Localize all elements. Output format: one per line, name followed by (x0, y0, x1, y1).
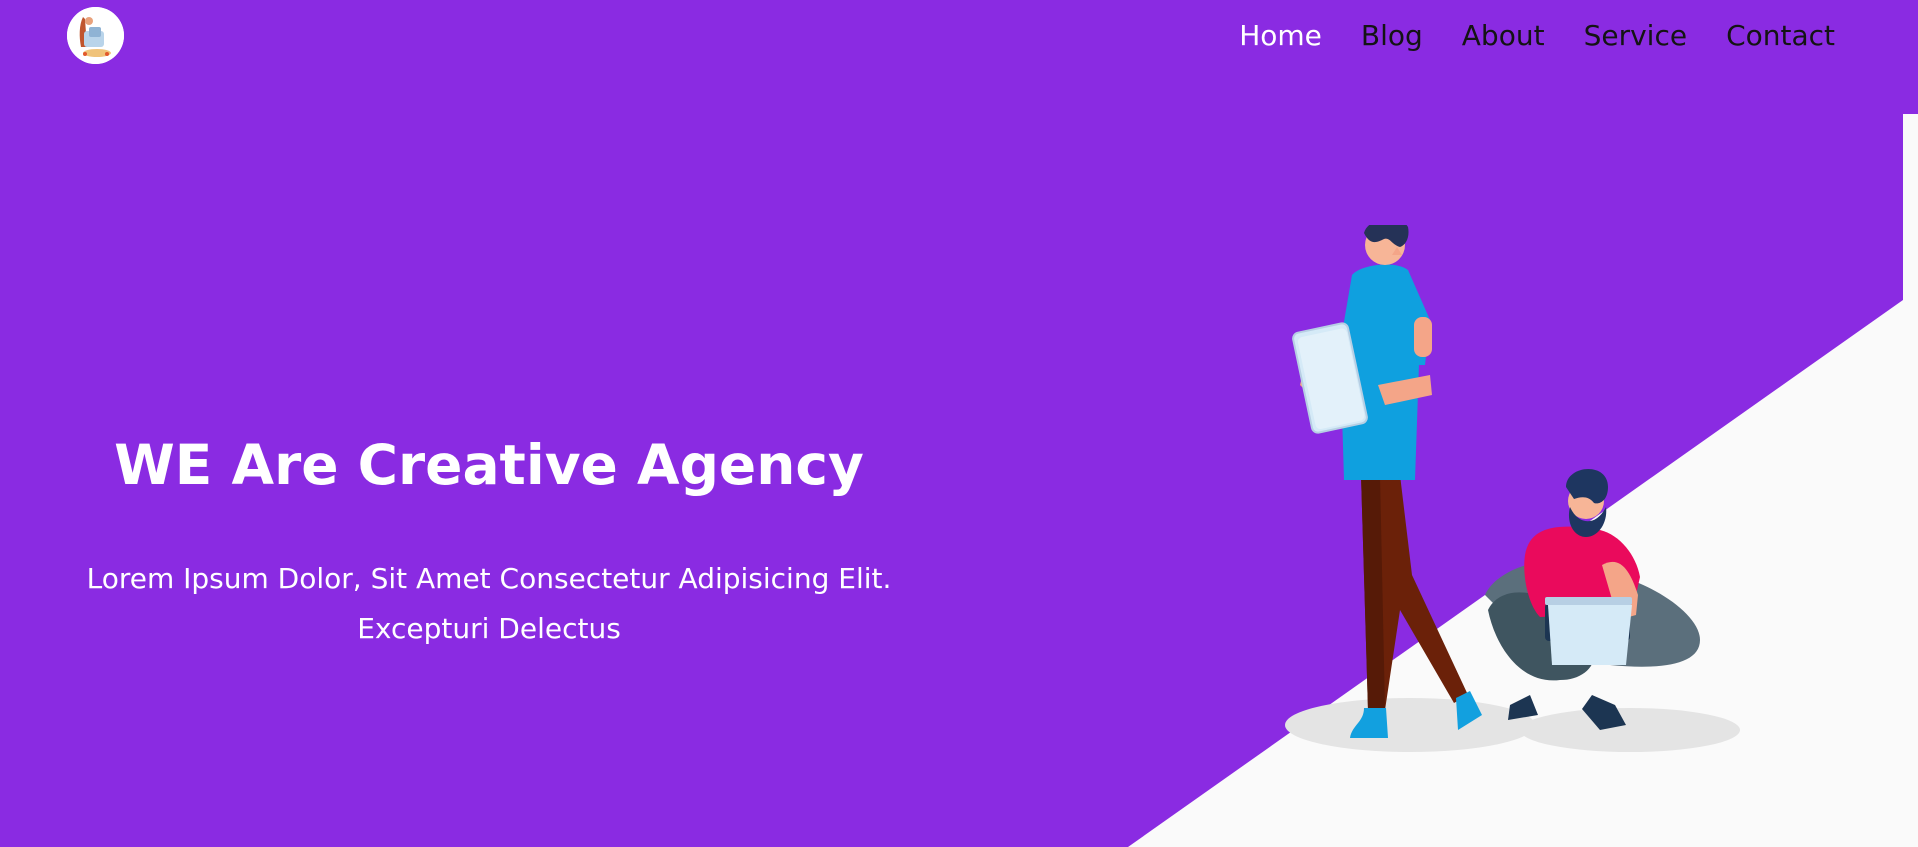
nav-list: Home Blog About Service Contact (1239, 18, 1835, 54)
nav-item-about: About (1462, 18, 1545, 54)
nav-item-contact: Contact (1726, 18, 1835, 54)
hero-text: Lorem Ipsum Dolor, Sit Amet Consectetur … (0, 554, 978, 654)
nav-link-service[interactable]: Service (1584, 18, 1687, 54)
people-with-devices-illustration (1285, 225, 1740, 752)
standing-man-figure (1292, 225, 1482, 738)
nav-item-service: Service (1584, 18, 1687, 54)
nav-link-home[interactable]: Home (1239, 18, 1322, 54)
hero-text-line-2: Excepturi Delectus (357, 612, 621, 645)
nav-link-contact[interactable]: Contact (1726, 18, 1835, 54)
nav-item-blog: Blog (1361, 18, 1423, 54)
logo-icon[interactable] (67, 7, 124, 64)
nav-link-about[interactable]: About (1462, 18, 1545, 54)
hero-title: WE Are Creative Agency (114, 433, 864, 497)
nav-item-home: Home (1239, 18, 1322, 54)
hero-text-line-1: Lorem Ipsum Dolor, Sit Amet Consectetur … (86, 562, 892, 595)
sitting-man-figure (1485, 468, 1700, 730)
laptop-worker-logo-icon (67, 7, 124, 64)
nav-link-blog[interactable]: Blog (1361, 18, 1423, 54)
